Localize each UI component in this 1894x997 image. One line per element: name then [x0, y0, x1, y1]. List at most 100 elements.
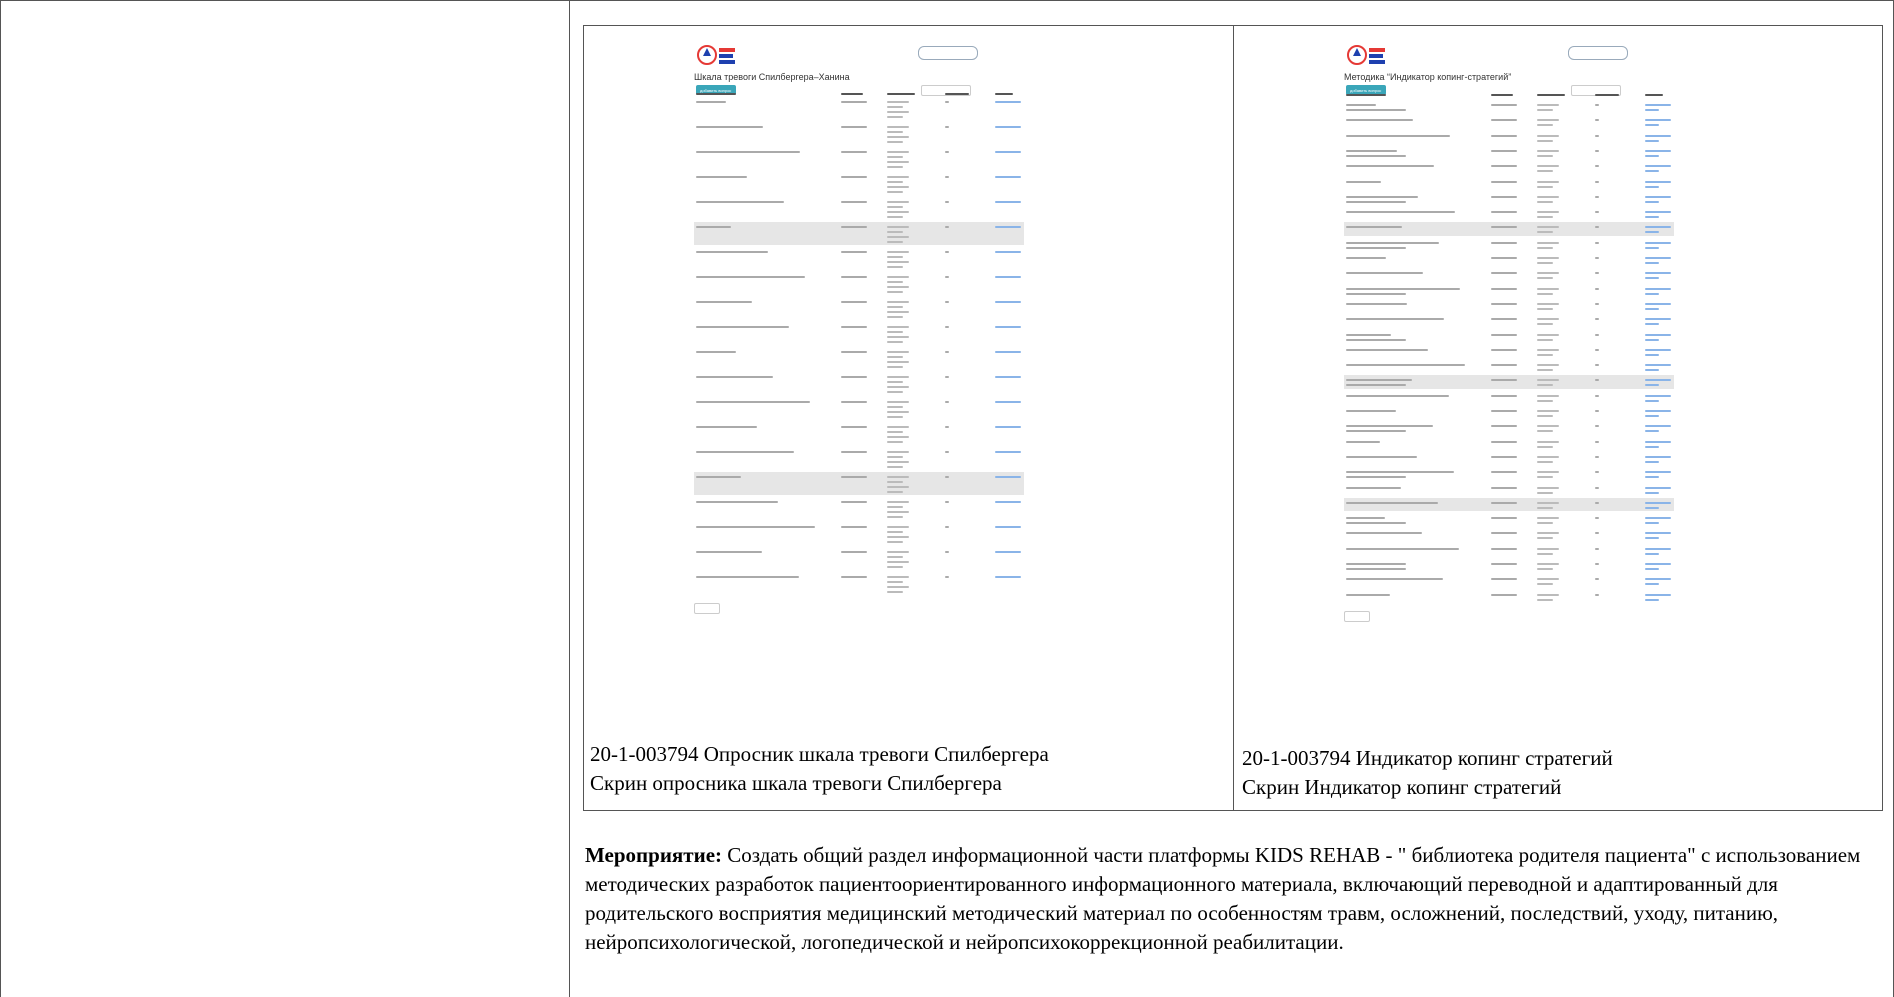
questionnaire-title: Методика “Индикатор копинг-стратегий”: [1344, 72, 1512, 82]
answer-options: [887, 266, 903, 268]
question-weight: [1595, 333, 1599, 336]
answer-options: [1537, 460, 1553, 463]
question-text: [1346, 501, 1438, 504]
answer-options: [887, 326, 909, 328]
question-weight: [1595, 302, 1599, 305]
answer-options: [887, 456, 903, 458]
question-text: [1346, 241, 1439, 244]
back-button[interactable]: [694, 603, 720, 614]
edit-delete-links: [1645, 338, 1659, 341]
answer-options: [887, 176, 909, 178]
answer-type: [1491, 272, 1517, 275]
answer-options: [1537, 369, 1553, 372]
answer-options: [1537, 104, 1559, 106]
edit-delete-links: [1645, 216, 1659, 219]
answer-type: [1491, 241, 1517, 244]
answer-type: [841, 226, 867, 228]
back-button[interactable]: [1344, 610, 1370, 622]
table-row: [1344, 559, 1674, 572]
question-text: [1346, 287, 1460, 290]
answer-type: [1491, 593, 1517, 596]
answer-options: [1537, 170, 1553, 173]
question-weight: [945, 326, 949, 328]
answer-type: [1491, 440, 1517, 443]
table-header-cell: [1645, 94, 1663, 96]
table-row: [1344, 161, 1674, 174]
question-text: [696, 451, 794, 453]
language-select[interactable]: [1568, 46, 1628, 60]
answer-options: [887, 336, 909, 338]
edit-delete-links: [1645, 598, 1659, 601]
answer-options: [887, 216, 903, 218]
edit-delete-links: [1645, 364, 1671, 367]
question-text: [696, 101, 726, 103]
answer-options: [1537, 257, 1559, 259]
question-text: [1346, 149, 1397, 152]
answer-options: [1537, 307, 1553, 310]
table-row: [1344, 345, 1674, 358]
edit-delete-links: [995, 401, 1021, 403]
question-text: [1346, 134, 1450, 137]
language-select[interactable]: [918, 46, 978, 60]
answer-options: [1537, 583, 1553, 586]
answer-type: [1491, 195, 1517, 198]
answer-type: [841, 151, 867, 153]
answer-options: [887, 251, 909, 253]
question-text: [696, 326, 789, 328]
answer-options: [887, 466, 903, 468]
edit-delete-links: [1645, 211, 1671, 214]
edit-delete-links: [1645, 200, 1659, 203]
answer-type: [841, 251, 867, 253]
table-row: [1344, 100, 1674, 113]
answer-options: [887, 181, 903, 183]
question-text: [696, 476, 741, 478]
right-caption-line1: 20-1-003794 Индикатор копинг стратегий: [1242, 746, 1613, 770]
answer-options: [887, 481, 903, 483]
table-header-cell: [1595, 94, 1619, 96]
answer-options: [1537, 471, 1559, 474]
edit-delete-links: [1645, 170, 1659, 173]
table-row: [1344, 574, 1674, 587]
answer-type: [1491, 578, 1517, 581]
question-text: [1346, 471, 1454, 474]
answer-type: [841, 376, 867, 378]
answer-options: [887, 491, 903, 493]
answer-options: [1537, 262, 1553, 264]
question-weight: [945, 526, 949, 528]
answer-type: [841, 101, 867, 103]
edit-delete-links: [995, 376, 1021, 378]
edit-delete-links: [1645, 506, 1659, 509]
answer-options: [887, 376, 909, 378]
question-text: [1346, 180, 1381, 183]
question-text: [1346, 563, 1406, 565]
edit-delete-links: [995, 476, 1021, 478]
answer-options: [887, 341, 903, 343]
answer-type: [1491, 165, 1517, 168]
answer-type: [841, 426, 867, 428]
edit-delete-links: [1645, 277, 1659, 280]
edit-delete-links: [995, 251, 1021, 253]
question-text: [696, 301, 752, 303]
answer-options: [1537, 211, 1559, 214]
answer-options: [1537, 241, 1559, 244]
answer-options: [1537, 154, 1553, 157]
answer-options: [887, 436, 909, 438]
answer-options: [887, 366, 903, 368]
question-weight: [1595, 149, 1599, 152]
question-text: [696, 576, 799, 578]
edit-delete-links: [1645, 410, 1671, 412]
answer-options: [1537, 598, 1553, 601]
question-text: [696, 201, 784, 203]
answer-options: [887, 106, 903, 108]
answer-options: [1537, 563, 1559, 565]
answer-options: [1537, 124, 1553, 127]
table-header-cell: [995, 93, 1013, 95]
answer-options: [1537, 578, 1559, 581]
edit-delete-links: [995, 576, 1021, 578]
activity-label: Мероприятие:: [585, 843, 723, 867]
question-weight: [945, 251, 949, 253]
answer-options: [887, 556, 903, 558]
table-row: [1344, 330, 1674, 343]
answer-options: [1537, 338, 1553, 341]
answer-type: [1491, 211, 1517, 214]
